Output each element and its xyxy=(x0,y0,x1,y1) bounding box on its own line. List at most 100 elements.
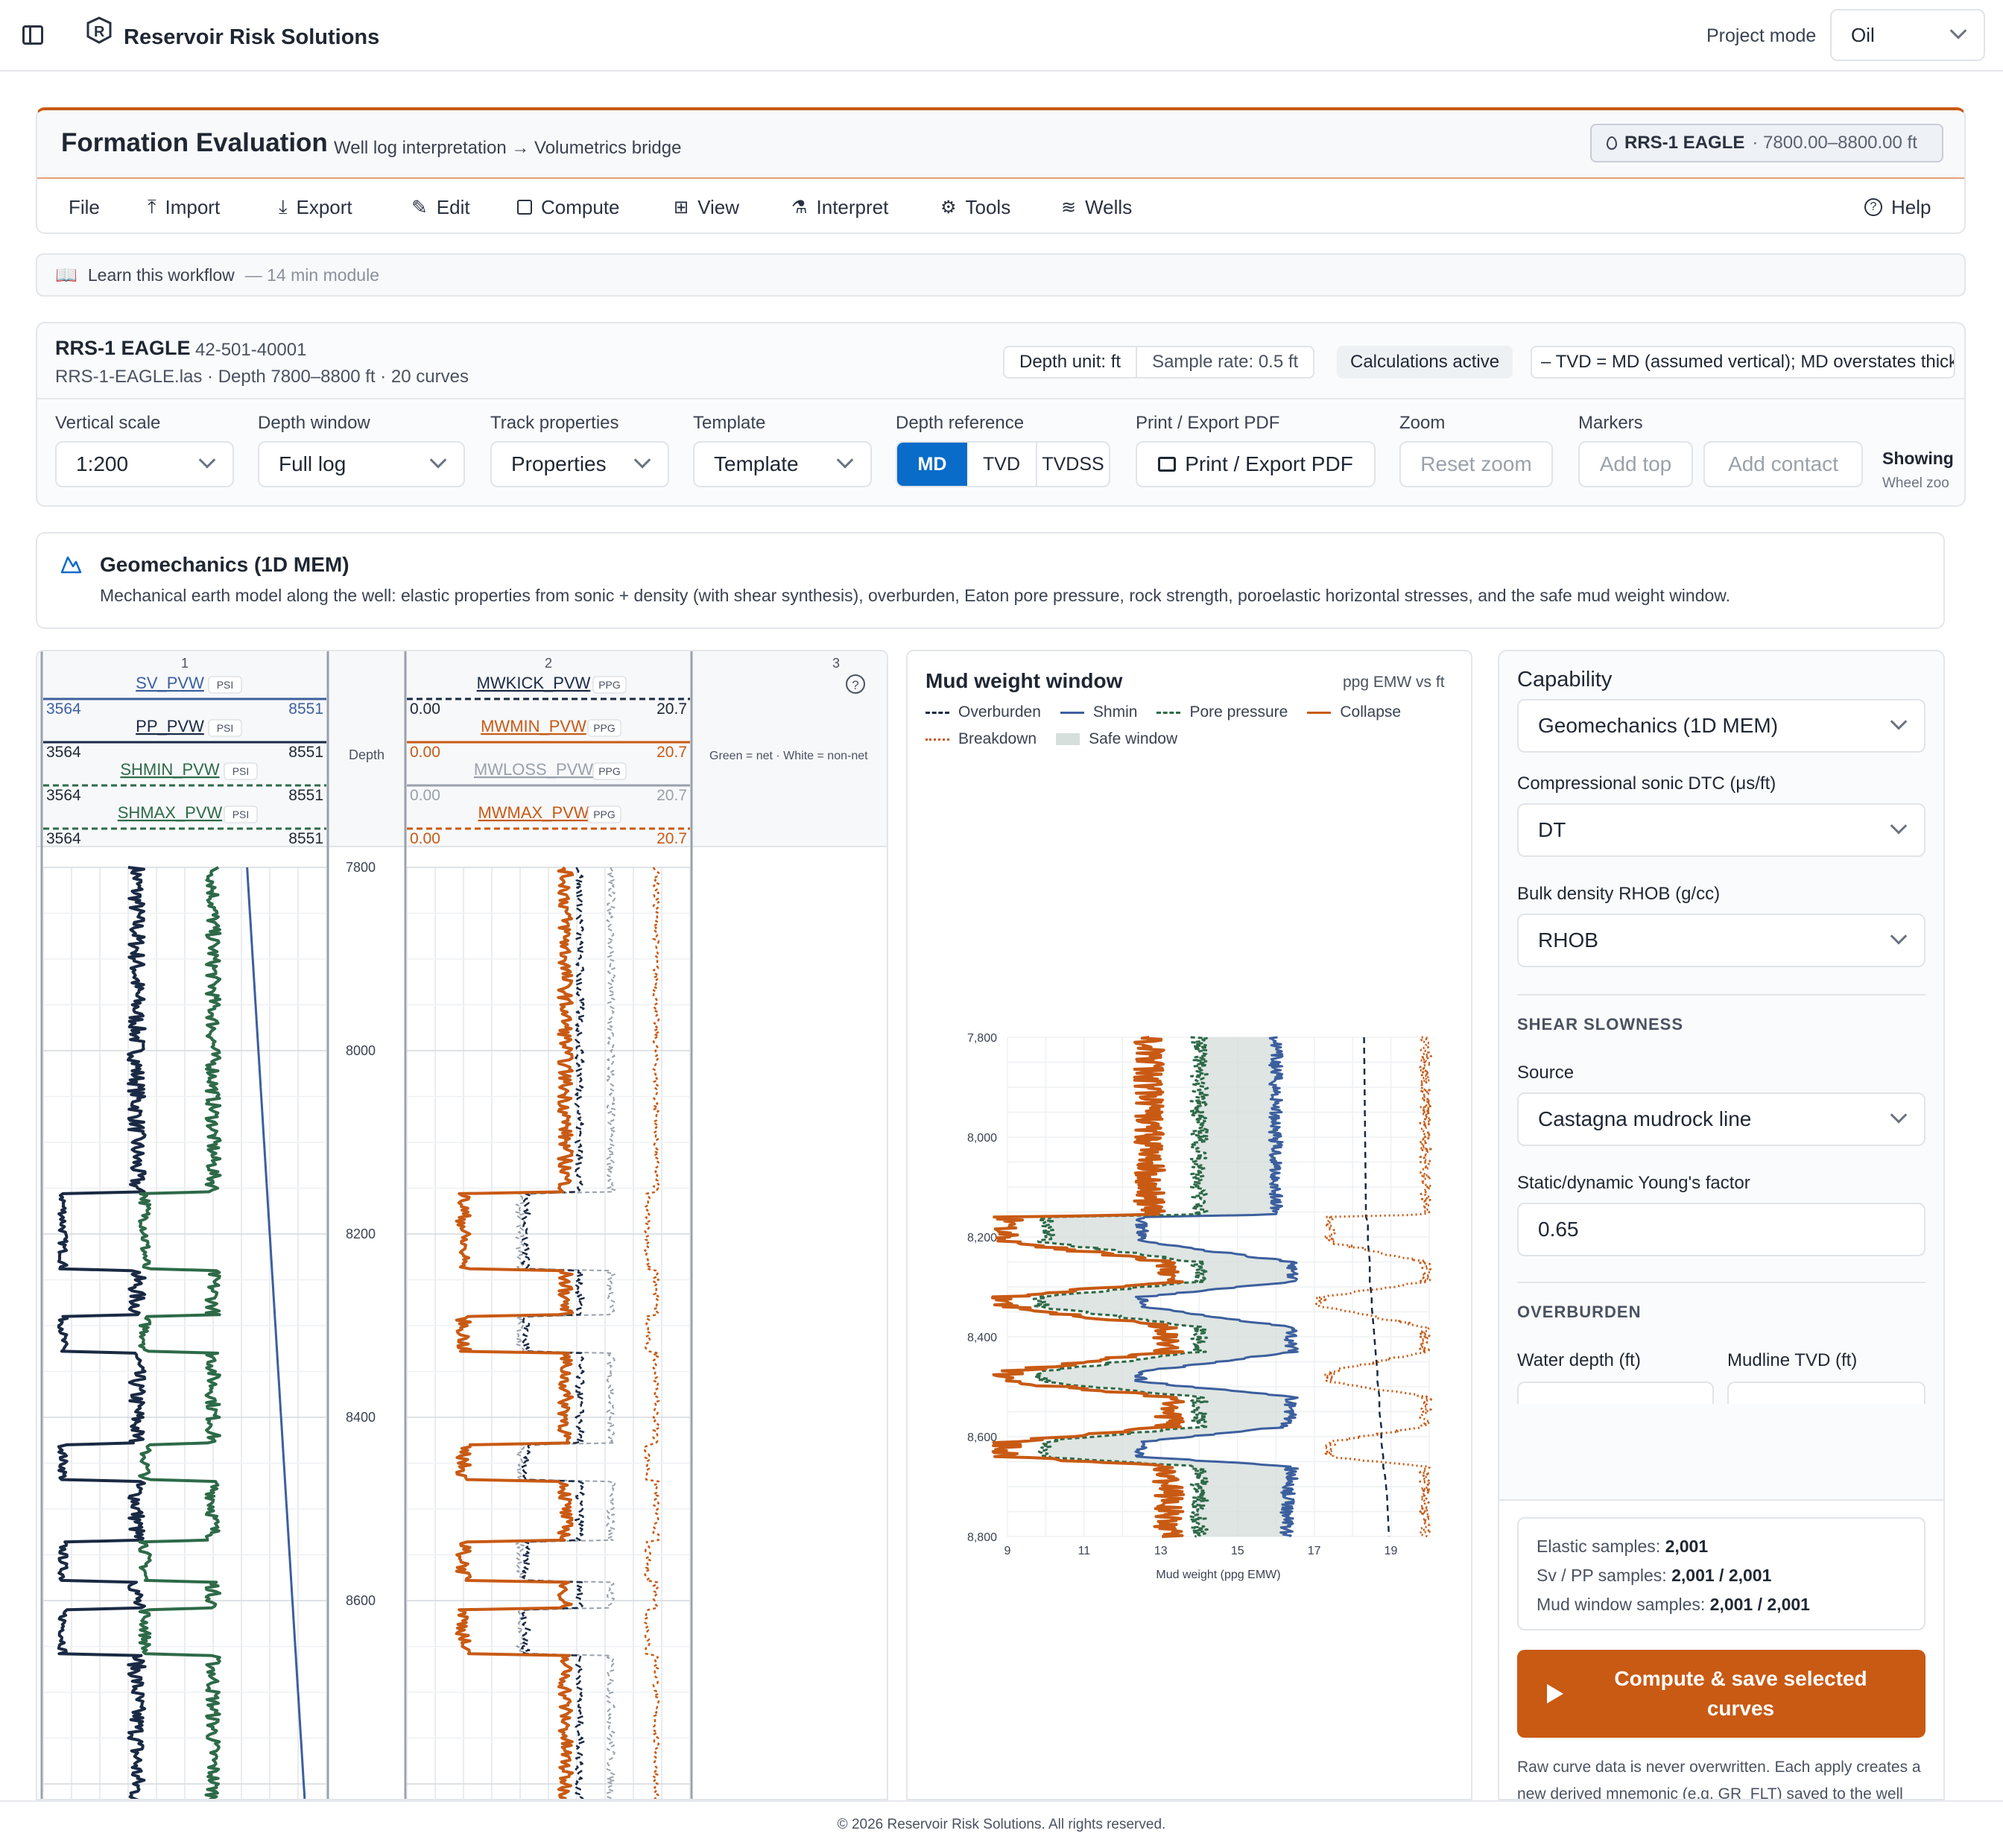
menu-wells[interactable]: ≋ Wells xyxy=(1061,192,1158,222)
track-2-number: 2 xyxy=(545,656,552,671)
t2-max-2: 20.7 xyxy=(656,787,687,804)
capability-select[interactable]: Geomechanics (1D MEM) xyxy=(1517,699,1926,753)
track-properties-select[interactable]: Properties xyxy=(490,441,669,487)
t1-curve-name-1: PP_PVW xyxy=(136,717,204,735)
capability-panel: Capability Geomechanics (1D MEM) Compres… xyxy=(1498,650,1945,1800)
menu-interpret-label: Interpret xyxy=(816,195,889,218)
dtc-label: Compressional sonic DTC (μs/ft) xyxy=(1517,773,1776,794)
menu-compute[interactable]: Compute xyxy=(517,192,674,222)
print-label: Print / Export PDF xyxy=(1136,413,1280,433)
sv-curve xyxy=(246,867,306,1799)
mudline-input[interactable] xyxy=(1727,1382,1926,1404)
geomech-title: Geomechanics (1D MEM) xyxy=(100,553,349,576)
page-title: Formation Evaluation xyxy=(61,128,328,157)
rhob-value: RHOB xyxy=(1538,928,1598,952)
download-icon: ⤓ xyxy=(279,195,288,218)
depth-tick-8400: 8400 xyxy=(346,1410,376,1425)
print-export-button[interactable]: Print / Export PDF xyxy=(1136,441,1376,487)
wheel-zoom-hint: Wheel zoo xyxy=(1882,475,1949,491)
menu-export[interactable]: ⤓ Export xyxy=(279,192,411,222)
t2-max-1: 20.7 xyxy=(656,744,687,761)
template-select[interactable]: Template xyxy=(693,441,872,487)
source-select[interactable]: Castagna mudrock line xyxy=(1517,1092,1926,1146)
t1-max-3: 8551 xyxy=(288,830,323,847)
reset-zoom-button[interactable]: Reset zoom xyxy=(1399,441,1553,487)
menu-file[interactable]: File xyxy=(69,192,148,222)
mud-weight-chart[interactable]: 7,8008,0008,2008,4008,6008,8009 11 13 15 17 1… xyxy=(908,651,1472,1800)
log-tracks-panel: 1 2 3 ? Green = net · White = non-net De… xyxy=(36,650,888,1800)
svg-text:R: R xyxy=(94,24,105,40)
menu-tools[interactable]: ⚙ Tools xyxy=(940,192,1061,222)
help-button[interactable]: ? Help xyxy=(1864,192,1931,222)
depth-ref-tvdss[interactable]: TVDSS xyxy=(1037,443,1109,486)
flask-icon: ⚗ xyxy=(791,197,808,218)
dtc-select[interactable]: DT xyxy=(1517,803,1926,857)
log-tracks-svg[interactable]: 1 2 3 ? Green = net · White = non-net De… xyxy=(37,651,888,1800)
shmin-curve xyxy=(138,866,222,1799)
depth-tick-7800: 7800 xyxy=(346,860,376,875)
capability-title: Capability xyxy=(1517,668,1613,692)
learn-workflow-bar[interactable]: 📖 Learn this workflow — 14 min module xyxy=(36,253,1966,297)
chevron-down-icon xyxy=(429,452,447,469)
mw-xtick-19: 19 xyxy=(1385,1545,1398,1557)
project-mode-select[interactable]: Oil xyxy=(1830,9,1985,61)
stat-sv-pp: Sv / PP samples: 2,001 / 2,001 xyxy=(1537,1566,1772,1585)
well-toolbar-card: RRS-1 EAGLE 42-501-40001 RRS-1-EAGLE.las… xyxy=(36,322,1966,507)
capability-value: Geomechanics (1D MEM) xyxy=(1538,714,1779,737)
well-file-info: RRS-1-EAGLE.las · Depth 7800–8800 ft · 2… xyxy=(55,367,469,387)
mw-xtick-9: 9 xyxy=(1004,1545,1011,1557)
depth-ref-tvd[interactable]: TVD xyxy=(967,443,1037,486)
vertical-scale-select[interactable]: 1:200 xyxy=(55,441,234,487)
chevron-down-icon xyxy=(1949,22,1967,39)
track-properties-label: Track properties xyxy=(490,413,619,433)
help-label: Help xyxy=(1891,195,1931,218)
mwmax-curve xyxy=(644,867,660,1799)
template-label: Template xyxy=(693,413,766,433)
printer-icon xyxy=(1158,457,1177,472)
menu-view[interactable]: ⊞ View xyxy=(674,192,791,222)
main-content: Formation Evaluation Well log interpreta… xyxy=(0,72,2003,1800)
young-factor-input[interactable]: 0.65 xyxy=(1517,1203,1926,1256)
compute-save-label: Compute & save selected curves xyxy=(1614,1667,1867,1720)
well-badge-range: · 7800.00–8800.00 ft xyxy=(1752,133,1917,153)
add-top-button[interactable]: Add top xyxy=(1578,441,1693,487)
t1-unit-0: PSI xyxy=(217,679,234,691)
unit-group: Depth unit: ft Sample rate: 0.5 ft xyxy=(1003,346,1315,379)
compute-save-button[interactable]: Compute & save selected curves xyxy=(1517,1650,1926,1738)
t1-curve-name-0: SV_PVW xyxy=(136,674,204,692)
dtc-value: DT xyxy=(1538,818,1566,841)
menu-tools-label: Tools xyxy=(965,195,1011,218)
depth-window-select[interactable]: Full log xyxy=(258,441,465,487)
rhob-select[interactable]: RHOB xyxy=(1517,914,1926,967)
depth-ref-md[interactable]: MD xyxy=(897,443,967,486)
t1-min-3: 3564 xyxy=(46,830,81,847)
t2-unit-0: PPG xyxy=(598,679,621,691)
t1-max-1: 8551 xyxy=(288,744,323,761)
t1-max-0: 8551 xyxy=(288,700,323,718)
young-factor-label: Static/dynamic Young's factor xyxy=(1517,1173,1750,1193)
t2-max-3: 20.7 xyxy=(656,830,687,847)
mw-xtick-13: 13 xyxy=(1154,1545,1168,1557)
depth-unit-tag: Depth unit: ft xyxy=(1004,347,1138,377)
template-value: Template xyxy=(714,452,799,475)
mwkick-curve xyxy=(520,867,585,1799)
source-label: Source xyxy=(1517,1063,1575,1083)
menu-interpret[interactable]: ⚗ Interpret xyxy=(791,192,940,222)
page-subtitle: Well log interpretation → Volumetrics br… xyxy=(334,138,682,158)
mw-xtick-11: 11 xyxy=(1078,1545,1091,1557)
markers-label: Markers xyxy=(1578,413,1643,433)
chevron-down-icon xyxy=(1890,817,1908,835)
calc-active-tag: Calculations active xyxy=(1337,346,1513,379)
chevron-down-icon xyxy=(633,452,651,469)
menu-wells-label: Wells xyxy=(1085,195,1133,218)
add-contact-button[interactable]: Add contact xyxy=(1703,441,1863,487)
sidebar-toggle-icon[interactable] xyxy=(22,25,43,45)
chevron-down-icon xyxy=(198,452,216,469)
help-circle-icon: ? xyxy=(1864,198,1882,216)
water-depth-input[interactable] xyxy=(1517,1382,1714,1404)
track-properties-value: Properties xyxy=(511,452,607,475)
book-icon: 📖 xyxy=(55,265,77,285)
stat-elastic: Elastic samples: 2,001 xyxy=(1537,1537,1709,1556)
menu-import[interactable]: ⤒ Import xyxy=(148,192,279,222)
menu-edit[interactable]: ✎ Edit xyxy=(411,192,517,222)
